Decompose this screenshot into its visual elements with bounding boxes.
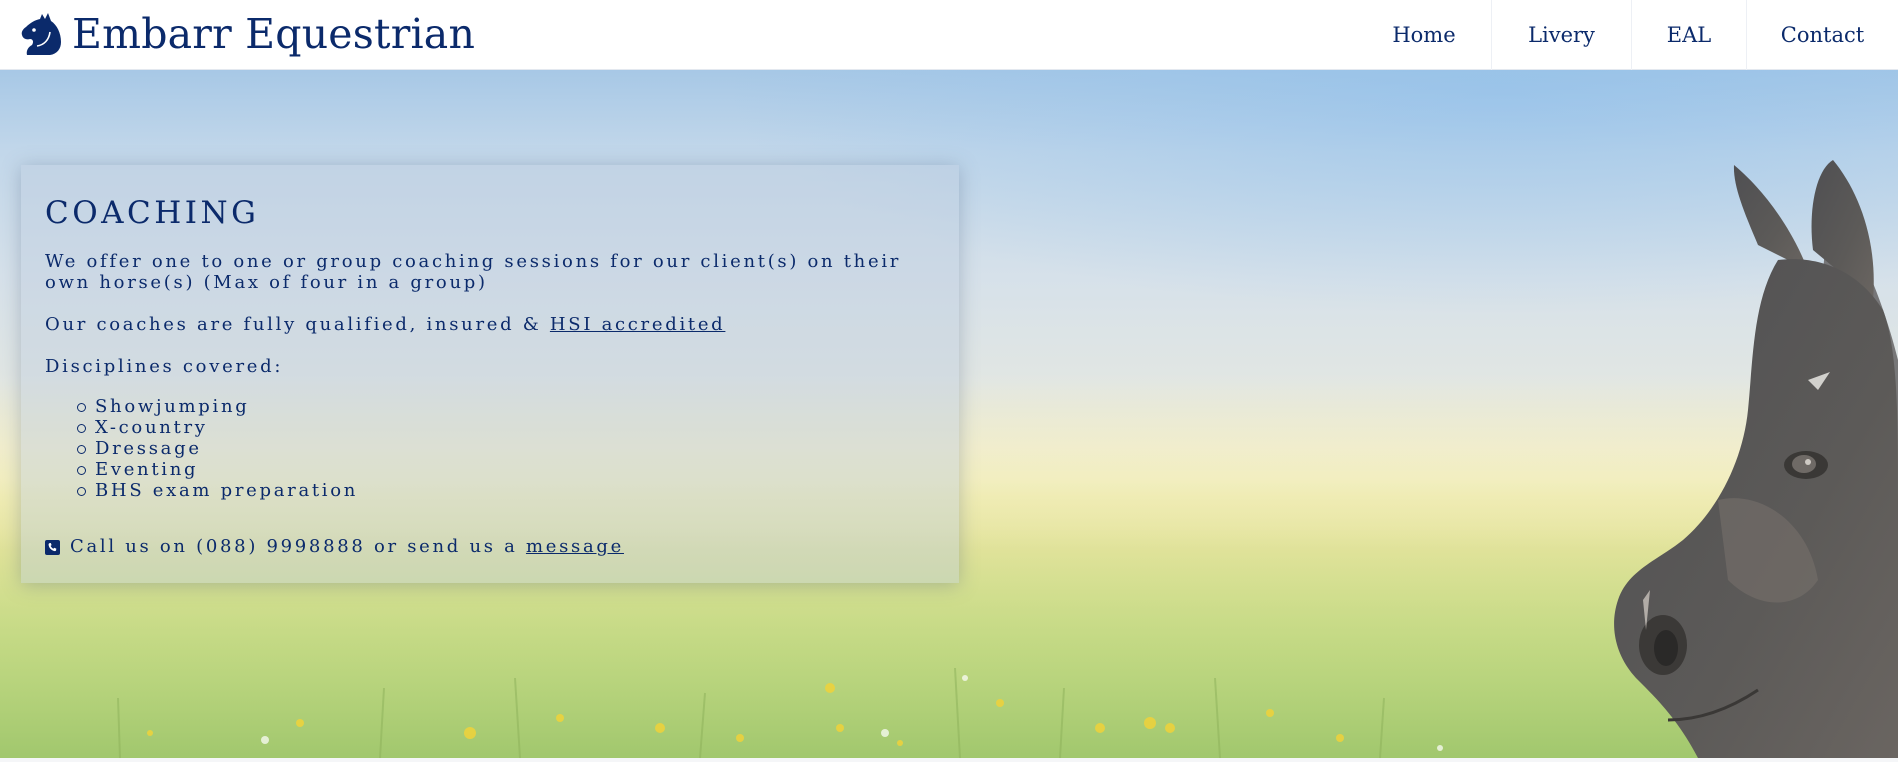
list-item: Dressage [77,438,935,459]
coaching-intro: We offer one to one or group coaching se… [45,251,902,293]
panel-title: COACHING [45,195,260,231]
nav-eal[interactable]: EAL [1631,0,1746,70]
brand-name: Embarr Equestrian [72,10,476,58]
list-item: Showjumping [77,396,935,417]
nav-home[interactable]: Home [1357,0,1491,70]
coaching-panel: COACHING We offer one to one or group co… [21,165,959,583]
nav-contact[interactable]: Contact [1746,0,1898,70]
call-text: Call us on (088) 9998888 or send us a me… [70,536,624,558]
disciplines-list: Showjumping X-country Dressage Eventing … [77,396,935,501]
nav-livery[interactable]: Livery [1491,0,1631,70]
horse-image [1614,160,1898,758]
hsi-accredited-link[interactable]: HSI accredited [550,314,726,335]
coaches-statement: Our coaches are fully qualified, insured… [45,314,935,335]
phone-icon [45,539,60,555]
call-line: Call us on (088) 9998888 or send us a me… [45,536,935,558]
call-prefix: Call us on (088) 9998888 or send us a [70,536,526,557]
brand-link[interactable]: Embarr Equestrian [20,9,475,59]
list-item: Eventing [77,459,935,480]
site-header: Embarr Equestrian Home Livery EAL Contac… [0,0,1898,70]
page-bottom-strip [0,758,1898,762]
list-item: BHS exam preparation [77,480,935,501]
list-item: X-country [77,417,935,438]
coaches-text: Our coaches are fully qualified, insured… [45,314,550,335]
main-nav: Home Livery EAL Contact [1357,0,1898,70]
horse-head-icon [21,13,62,55]
message-link[interactable]: message [526,536,624,557]
hero-section: COACHING We offer one to one or group co… [0,70,1898,758]
disciplines-label: Disciplines covered: [45,356,284,377]
